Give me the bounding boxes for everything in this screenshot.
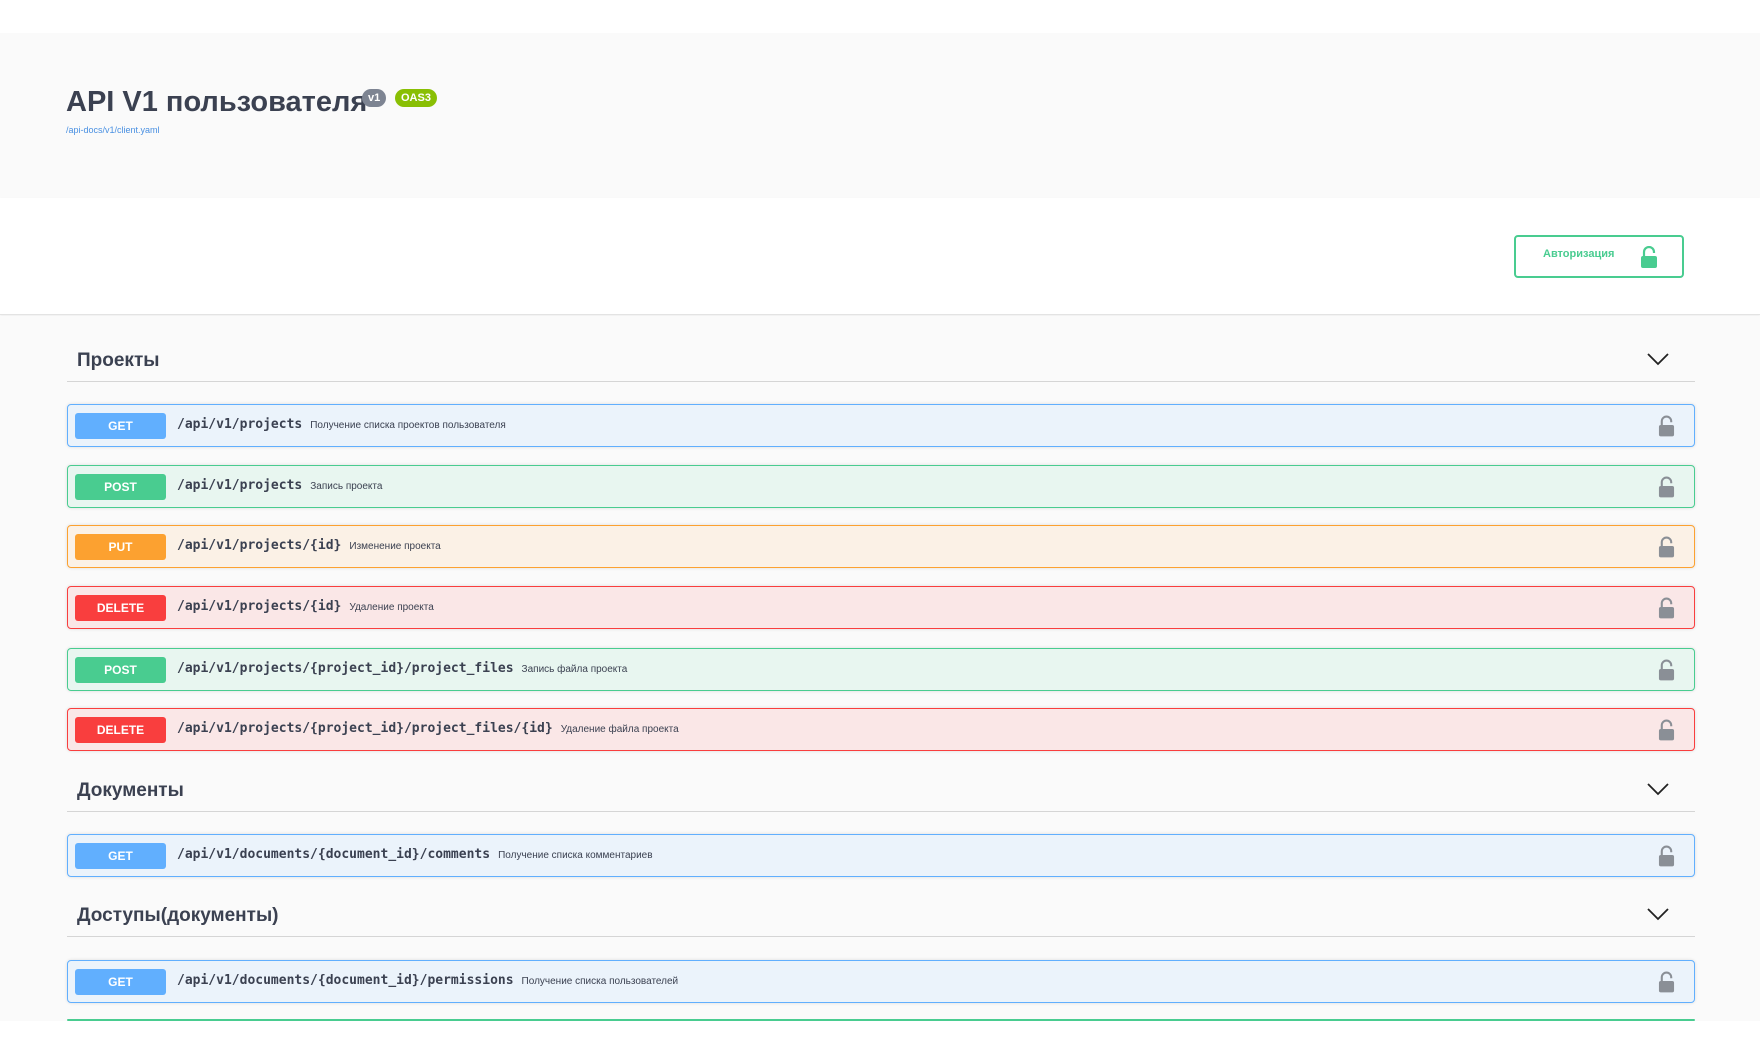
tag-section-header[interactable]: Документы — [67, 780, 1695, 812]
operation-row[interactable]: GET /api/v1/documents/{document_id}/perm… — [67, 960, 1695, 1003]
lock-icon[interactable] — [1658, 971, 1675, 998]
swagger-page: API V1 пользователя v1 OAS3 /api-docs/v1… — [0, 0, 1760, 1056]
operation-row[interactable]: DELETE /api/v1/projects/{project_id}/pro… — [67, 708, 1695, 751]
operation-summary: Удаление проекта — [349, 602, 434, 613]
operation-path-wrap: /api/v1/projects/{id} Удаление проекта — [177, 599, 434, 614]
operation-summary: Запись проекта — [310, 481, 383, 492]
operation-path-wrap: /api/v1/projects Получение списка проекто… — [177, 417, 506, 432]
operation-row[interactable]: POST /api/v1/projects/{project_id}/proje… — [67, 648, 1695, 691]
chevron-down-icon[interactable] — [1647, 352, 1669, 371]
oas-badge: OAS3 — [395, 89, 437, 107]
operation-path-wrap: /api/v1/projects/{project_id}/project_fi… — [177, 721, 679, 736]
chevron-down-icon[interactable] — [1647, 907, 1669, 926]
api-title: API V1 пользователя — [66, 86, 368, 118]
operation-summary: Получение списка проектов пользователя — [310, 420, 506, 431]
chevron-down-icon[interactable] — [1647, 782, 1669, 801]
operation-path-wrap: /api/v1/projects/{id} Изменение проекта — [177, 538, 441, 553]
operation-path: /api/v1/projects/{id} — [177, 599, 342, 614]
operation-row[interactable]: POST /api/v1/projects Запись проекта — [67, 465, 1695, 508]
tag-section-header[interactable]: Проекты — [67, 350, 1695, 382]
operation-path: /api/v1/projects — [177, 417, 303, 432]
operation-row[interactable]: GET /api/v1/projects Получение списка про… — [67, 404, 1695, 447]
spec-link[interactable]: /api-docs/v1/client.yaml — [66, 125, 160, 135]
authorize-button[interactable]: Авторизация — [1514, 235, 1684, 278]
tag-section-header[interactable]: Доступы(документы) — [67, 905, 1695, 937]
operation-row[interactable]: DELETE /api/v1/projects/{id} Удаление про… — [67, 586, 1695, 629]
method-badge: PUT — [75, 534, 166, 560]
operation-summary: Запись файла проекта — [521, 664, 628, 675]
operation-path: /api/v1/projects — [177, 478, 303, 493]
operation-path-wrap: /api/v1/documents/{document_id}/permissi… — [177, 973, 678, 988]
tag-name: Доступы(документы) — [77, 905, 279, 926]
operation-summary: Получение списка комментариев — [498, 850, 653, 861]
method-badge: POST — [75, 657, 166, 683]
tag-name: Проекты — [77, 350, 160, 371]
lock-icon[interactable] — [1658, 597, 1675, 624]
operation-path: /api/v1/projects/{project_id}/project_fi… — [177, 661, 514, 676]
method-badge: GET — [75, 969, 166, 995]
operation-summary: Удаление файла проекта — [560, 724, 679, 735]
operation-path-wrap: /api/v1/documents/{document_id}/comments… — [177, 847, 653, 862]
lock-icon[interactable] — [1658, 659, 1675, 686]
operation-path-wrap: /api/v1/projects/{project_id}/project_fi… — [177, 661, 627, 676]
operation-path: /api/v1/projects/{project_id}/project_fi… — [177, 721, 553, 736]
operation-path: /api/v1/documents/{document_id}/comments — [177, 847, 491, 862]
method-badge: GET — [75, 413, 166, 439]
operation-row[interactable]: PUT /api/v1/projects/{id} Изменение проек… — [67, 525, 1695, 568]
operation-path-wrap: /api/v1/projects Запись проекта — [177, 478, 382, 493]
lock-icon[interactable] — [1658, 719, 1675, 746]
method-badge: DELETE — [75, 595, 166, 621]
operation-row[interactable]: GET /api/v1/documents/{document_id}/comm… — [67, 834, 1695, 877]
tag-name: Документы — [77, 780, 184, 801]
method-badge: DELETE — [75, 717, 166, 743]
version-badge: v1 — [362, 89, 387, 107]
unlocked-icon — [1640, 245, 1658, 271]
method-badge: GET — [75, 843, 166, 869]
authorize-label: Авторизация — [1543, 248, 1615, 260]
lock-icon[interactable] — [1658, 536, 1675, 563]
operation-summary: Изменение проекта — [349, 541, 441, 552]
lock-icon[interactable] — [1658, 845, 1675, 872]
operation-path: /api/v1/documents/{document_id}/permissi… — [177, 973, 514, 988]
lock-icon[interactable] — [1658, 476, 1675, 503]
lock-icon[interactable] — [1658, 415, 1675, 442]
operation-path: /api/v1/projects/{id} — [177, 538, 342, 553]
method-badge: POST — [75, 474, 166, 500]
operation-summary: Получение списка пользователей — [521, 976, 679, 987]
scheme-container — [0, 198, 1760, 315]
page-bottom — [0, 1021, 1760, 1056]
